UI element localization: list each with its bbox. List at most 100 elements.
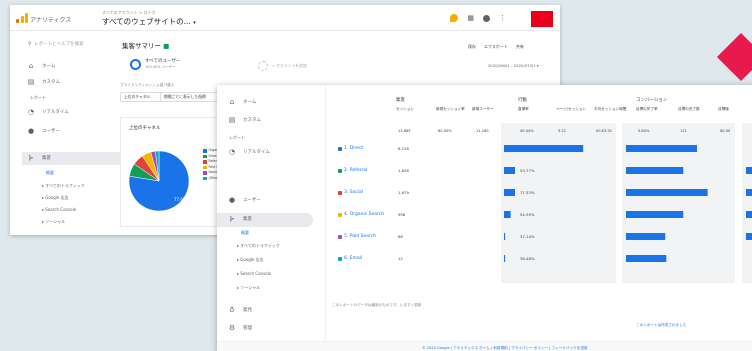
data-freshness-note: このレポートのデータは最新のものです。いますぐ更新 bbox=[332, 303, 422, 307]
share-button[interactable]: 共有 bbox=[516, 44, 524, 50]
customize-icon: ▤ bbox=[228, 116, 236, 124]
header-icons: ▦ ⋮ bbox=[450, 14, 506, 22]
nav-acquisition[interactable]: ⊱ 集客 bbox=[229, 215, 252, 223]
card-title: 上位のチャネル bbox=[129, 126, 161, 131]
row-value: 0.70% bbox=[638, 190, 651, 195]
total-value: 80.50% bbox=[438, 129, 452, 133]
nav-label: ユーザー bbox=[42, 129, 60, 134]
column-header[interactable]: セッション bbox=[396, 107, 414, 112]
nav-label: 管理 bbox=[243, 326, 252, 331]
account-name: すべてのウェブサイトの... bbox=[102, 17, 191, 26]
nav-label: 発見 bbox=[243, 308, 252, 313]
subnav-all-traffic[interactable]: ▸ すべてのトラフィック bbox=[42, 183, 85, 189]
sort-value: 期間ごとに表示した指標 bbox=[164, 94, 206, 99]
row-value: 66 bbox=[398, 234, 403, 239]
nav-custom[interactable]: ▤ カスタム bbox=[27, 78, 60, 86]
subnav-search-console[interactable]: ▸ Search Console bbox=[42, 207, 76, 212]
subnav-google-ads[interactable]: ▸ Google 広告 bbox=[237, 257, 264, 263]
channel-name: 5. Paid Search bbox=[344, 234, 376, 239]
nav-custom[interactable]: ▤ カスタム bbox=[228, 116, 261, 124]
subnav-label: すべてのトラフィック bbox=[240, 243, 280, 248]
person-icon: ● bbox=[27, 127, 35, 135]
channel-row-label[interactable]: 5. Paid Search bbox=[338, 234, 376, 239]
row-value: 1,679 bbox=[398, 190, 409, 195]
export-button[interactable]: エクスポート bbox=[484, 44, 508, 50]
subnav-social[interactable]: ▸ ソーシャル bbox=[42, 219, 65, 225]
column-header[interactable]: 目標の完了率 bbox=[636, 107, 658, 112]
subnav-social[interactable]: ▸ ソーシャル bbox=[237, 285, 260, 291]
channel-row-label[interactable]: 3. Social bbox=[338, 190, 363, 195]
subnav-search-console[interactable]: ▸ Search Console bbox=[237, 271, 271, 276]
page-footer: © 2020 Google | アナリティクス ホーム | 利用規約 | プライ… bbox=[217, 341, 752, 351]
total-value: 0.80% bbox=[638, 129, 650, 133]
nav-realtime[interactable]: ◔ リアルタイム bbox=[27, 108, 69, 116]
row-value: 38.48% bbox=[520, 256, 535, 261]
row-value: 1.79% bbox=[638, 234, 651, 239]
account-avatar[interactable] bbox=[531, 11, 553, 27]
notifications-icon[interactable] bbox=[450, 14, 459, 22]
account-selector[interactable]: すべてのウェブサイトの... ▾ bbox=[102, 16, 196, 27]
apps-grid-icon[interactable]: ▦ bbox=[467, 14, 474, 22]
nav-home[interactable]: ⌂ ホーム bbox=[28, 62, 56, 70]
column-header[interactable]: 目標値 bbox=[718, 107, 729, 112]
subnav-overview[interactable]: 概要 bbox=[46, 170, 54, 176]
save-button[interactable]: 保存 bbox=[468, 44, 476, 50]
column-header[interactable]: 新規セッション率 bbox=[436, 107, 465, 112]
total-value: 13,885 bbox=[398, 129, 411, 133]
channel-row-label[interactable]: 2. Referral bbox=[338, 168, 367, 173]
dimension-value: 上位のチャネル bbox=[124, 94, 151, 99]
subnav-google-ads[interactable]: ▸ Google 広告 bbox=[42, 195, 69, 201]
subnav-all-traffic[interactable]: ▸ すべてのトラフィック bbox=[237, 243, 280, 249]
subnav-label: ソーシャル bbox=[240, 285, 261, 290]
column-header[interactable]: 目標の完了数 bbox=[678, 107, 700, 112]
add-segment-icon[interactable] bbox=[258, 61, 268, 71]
channel-row-label[interactable]: 6. Email bbox=[338, 256, 362, 261]
sort-label: 並べ替え bbox=[160, 83, 175, 87]
channel-card: 上位のチャネル 77.6% Organic SearchDirectReferr… bbox=[120, 117, 233, 227]
nav-home[interactable]: ⌂ ホーム bbox=[229, 98, 257, 106]
subnav-label: Google 広告 bbox=[45, 195, 69, 200]
segment-sub: 100.00% ユーザー bbox=[145, 65, 176, 69]
footer-links[interactable]: © 2020 Google | アナリティクス ホーム | 利用規約 | プライ… bbox=[422, 346, 588, 350]
nav-audience[interactable]: ● ユーザー bbox=[27, 127, 60, 135]
channel-swatch bbox=[338, 190, 342, 195]
decorative-diamond bbox=[716, 32, 752, 82]
group-header-acquisition: 集客 bbox=[396, 98, 405, 103]
customize-icon: ▤ bbox=[27, 78, 35, 86]
more-vert-icon[interactable]: ⋮ bbox=[499, 14, 506, 22]
gear-icon: ⚙ bbox=[228, 324, 236, 332]
legend-swatch bbox=[203, 176, 207, 180]
date-range-picker[interactable]: 2020/06/01 - 2020/07/01 ▾ bbox=[488, 63, 539, 69]
nav-acquisition[interactable]: ⊱ 集客 bbox=[28, 154, 51, 162]
nav-label: ホーム bbox=[42, 64, 56, 69]
row-value: 54.39% bbox=[520, 212, 535, 217]
channel-row-label[interactable]: 4. Organic Search bbox=[338, 212, 384, 217]
nav-label: カスタム bbox=[243, 118, 261, 123]
channel-row-label[interactable]: 1. Direct bbox=[338, 146, 363, 151]
nav-admin[interactable]: ⚙ 管理 bbox=[228, 324, 252, 332]
column-header[interactable]: 新規ユーザー bbox=[472, 107, 494, 112]
group-header-behavior: 行動 bbox=[518, 98, 527, 103]
column-header[interactable]: ページ/セッション bbox=[556, 107, 586, 112]
segment-chip[interactable]: すべてのユーザー 100.00% ユーザー bbox=[130, 57, 230, 77]
nav-discover[interactable]: ♁ 発見 bbox=[229, 306, 252, 314]
nav-audience[interactable]: ● ユーザー bbox=[229, 196, 261, 204]
chevron-down-icon: ▾ bbox=[193, 20, 196, 26]
subnav-label: すべてのトラフィック bbox=[45, 183, 85, 188]
subnav-overview[interactable]: 概要 bbox=[241, 230, 249, 236]
subnav-label: ソーシャル bbox=[45, 219, 66, 224]
report-created-link[interactable]: このレポートは作成されました bbox=[636, 323, 686, 327]
nav-realtime[interactable]: ◔ リアルタイム bbox=[229, 148, 270, 156]
search-placeholder: レポートとヘルプを検索 bbox=[34, 42, 84, 47]
report-search-input[interactable]: ⚲ レポートとヘルプを検索 bbox=[28, 41, 84, 47]
clock-icon: ◔ bbox=[27, 108, 35, 116]
add-segment-label[interactable]: + セグメントを追加 bbox=[272, 63, 307, 69]
column-shade bbox=[742, 123, 752, 283]
row-value: 0.97% bbox=[638, 168, 651, 173]
dimension-dropdown[interactable]: 上位のチャネル bbox=[120, 92, 164, 102]
column-header[interactable]: 平均セッション時間 bbox=[594, 107, 626, 112]
help-icon[interactable] bbox=[483, 14, 490, 22]
column-header[interactable]: 直帰率 bbox=[518, 107, 529, 112]
home-icon: ⌂ bbox=[229, 98, 235, 106]
row-value: 0.00% bbox=[638, 146, 651, 151]
